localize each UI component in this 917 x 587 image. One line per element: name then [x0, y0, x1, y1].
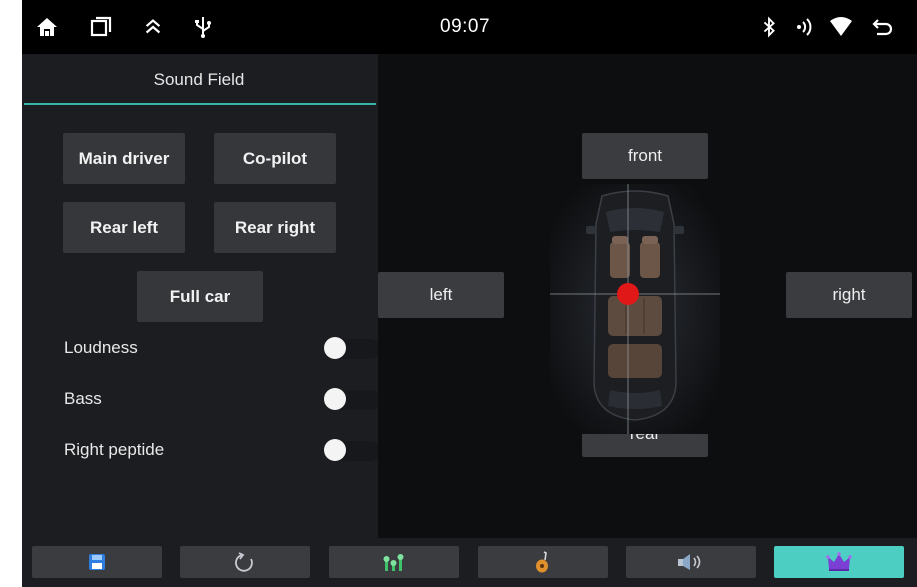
- bass-toggle-knob[interactable]: [324, 388, 346, 410]
- save-tab[interactable]: [32, 546, 162, 578]
- main-driver-button[interactable]: Main driver: [63, 133, 185, 184]
- balance-crosshair: [550, 184, 720, 434]
- tab-indicator: [24, 103, 376, 105]
- recent-apps-icon[interactable]: [88, 14, 114, 40]
- status-bar: 09:07: [22, 0, 917, 54]
- rear-right-button[interactable]: Rear right: [214, 202, 336, 253]
- speaker-tab[interactable]: [626, 546, 756, 578]
- tab-sound-field[interactable]: Sound Field: [22, 54, 376, 105]
- right-peptide-row: Right peptide: [64, 435, 380, 465]
- chevron-up-icon[interactable]: [140, 14, 166, 40]
- loudness-label: Loudness: [64, 338, 138, 357]
- speaker-icon: [678, 554, 701, 570]
- clock: 09:07: [440, 16, 491, 37]
- sound-field-panel: Sound Field Main driver Co-pilot Rear le…: [22, 54, 380, 538]
- usb-icon: [190, 14, 216, 40]
- crown-icon: [826, 552, 852, 571]
- left-button[interactable]: left: [378, 272, 504, 318]
- bottom-toolbar: [22, 538, 917, 587]
- home-icon[interactable]: [34, 14, 60, 40]
- reset-tab[interactable]: [180, 546, 310, 578]
- wifi-icon: [828, 14, 854, 40]
- right-peptide-label: Right peptide: [64, 440, 165, 459]
- car-audio-screen: 09:07 Sound Field Main driver Co-pilot R…: [22, 0, 917, 587]
- premium-tab[interactable]: [774, 546, 904, 578]
- front-button[interactable]: front: [582, 133, 708, 179]
- reset-icon: [235, 552, 253, 572]
- car-balance-area[interactable]: [550, 184, 720, 434]
- instrument-icon: [536, 551, 548, 573]
- cast-icon: [792, 14, 818, 40]
- right-peptide-toggle-knob[interactable]: [324, 439, 346, 461]
- equalizer-tab[interactable]: [329, 546, 459, 578]
- save-icon: [89, 554, 105, 570]
- instrument-tab[interactable]: [478, 546, 608, 578]
- balance-marker[interactable]: [617, 283, 639, 305]
- bass-row: Bass: [64, 384, 380, 414]
- loudness-toggle-knob[interactable]: [324, 337, 346, 359]
- bluetooth-icon: [756, 14, 782, 40]
- rear-left-button[interactable]: Rear left: [63, 202, 185, 253]
- back-icon[interactable]: [870, 14, 896, 40]
- equalizer-icon: [383, 554, 404, 571]
- balance-panel: front left right rear: [378, 54, 917, 538]
- co-pilot-button[interactable]: Co-pilot: [214, 133, 336, 184]
- right-button[interactable]: right: [786, 272, 912, 318]
- loudness-row: Loudness: [64, 333, 380, 363]
- full-car-button[interactable]: Full car: [137, 271, 263, 322]
- bass-label: Bass: [64, 389, 102, 408]
